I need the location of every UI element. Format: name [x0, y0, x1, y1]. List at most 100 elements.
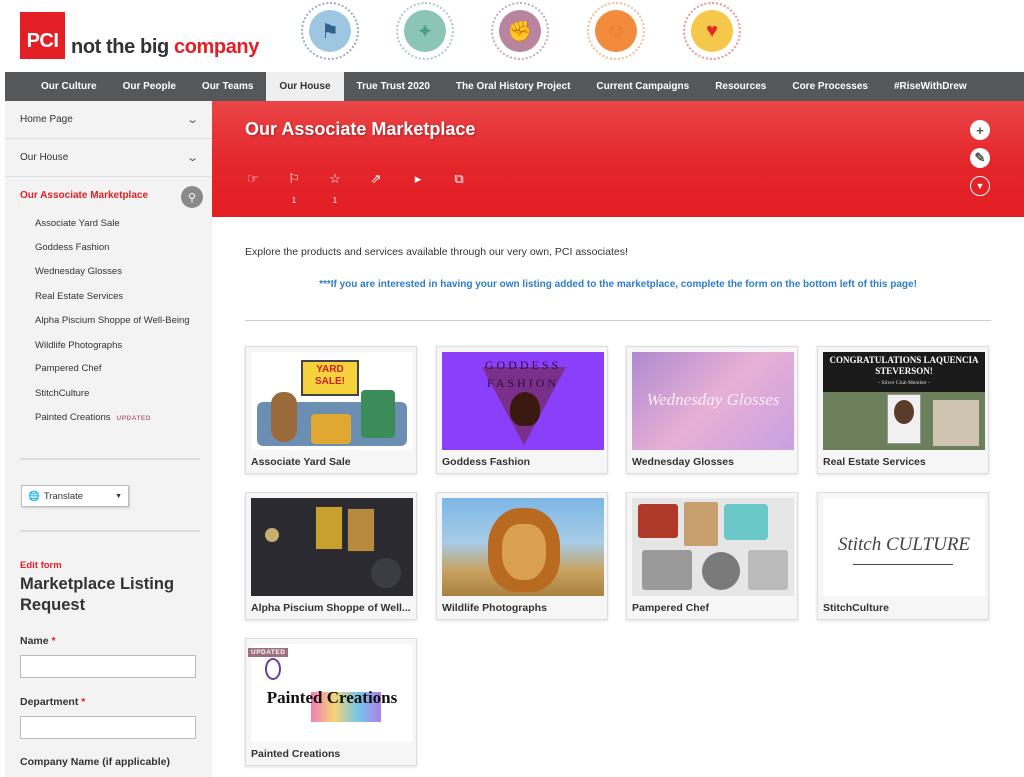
like-icon[interactable]: ☞ [245, 171, 261, 187]
card-label: Alpha Piscium Shoppe of Well... [251, 602, 411, 614]
nav-our-culture[interactable]: Our Culture [5, 72, 110, 101]
yard-sale-sign-text: YARD SALE! [315, 364, 345, 387]
fist-badge-icon: ✊ [491, 2, 549, 60]
lightbulb-badge-icon: ✦ [396, 2, 454, 60]
name-field[interactable] [20, 655, 196, 678]
logo-tagline: not the big company [71, 36, 259, 59]
announce-icon[interactable]: ▸ [410, 171, 426, 187]
sidebar-subitem[interactable]: Alpha Piscium Shoppe of Well-Being [35, 315, 190, 326]
painted-creations-text: Painted Creations [266, 688, 398, 707]
sidebar-current-page[interactable]: Our Associate Marketplace [20, 190, 148, 201]
sidebar-subitem[interactable]: Wednesday Glosses [35, 266, 122, 277]
caret-down-icon: ▼ [115, 492, 122, 500]
card-label: Painted Creations [251, 748, 341, 760]
sidebar-subitem-painted-creations[interactable]: Painted Creations UPDATED [35, 412, 151, 423]
goddess-fashion-image: GODDESS FASHION [442, 352, 604, 450]
search-icon[interactable]: ⚲ [181, 186, 203, 208]
listing-card-real-estate[interactable]: CONGRATULATIONS LAQUENCIA STEVERSON! - S… [817, 346, 989, 474]
department-field[interactable] [20, 716, 196, 739]
nav-our-house[interactable]: Our House [266, 72, 344, 101]
sidebar-subitem[interactable]: Goddess Fashion [35, 242, 109, 253]
listing-card-yard-sale[interactable]: YARD SALE! Associate Yard Sale [245, 346, 417, 474]
listing-card-wednesday-glosses[interactable]: Wednesday Glosses Wednesday Glosses [626, 346, 798, 474]
chevron-down-icon[interactable]: ⌄ [186, 113, 199, 126]
celebrate-badge-icon: ☺ [587, 2, 645, 60]
real-estate-image: CONGRATULATIONS LAQUENCIA STEVERSON! - S… [823, 352, 985, 450]
card-label: Pampered Chef [632, 602, 710, 614]
copy-icon[interactable]: ⧉ [451, 171, 467, 187]
nav-our-teams[interactable]: Our Teams [189, 72, 267, 101]
company-name-label: Company Name (if applicable) [20, 756, 170, 768]
sidebar-item-label: Our House [20, 152, 69, 163]
card-label: Wednesday Glosses [632, 456, 734, 468]
sidebar-item-label: Home Page [20, 114, 73, 125]
nav-core-processes[interactable]: Core Processes [779, 72, 881, 101]
page-title: Our Associate Marketplace [245, 119, 476, 139]
card-label: StitchCulture [823, 602, 889, 614]
sidebar-subitem[interactable]: Pampered Chef [35, 363, 102, 374]
nav-rise-with-drew[interactable]: #RiseWithDrew [881, 72, 980, 101]
star-icon[interactable]: ☆ [327, 171, 343, 187]
divider [245, 320, 991, 321]
translate-label: Translate [43, 490, 84, 502]
intro-text: Explore the products and services availa… [245, 246, 628, 258]
listing-card-stitchculture[interactable]: Stitch CULTURE StitchCulture [817, 492, 989, 620]
sidebar-subitem[interactable]: Real Estate Services [35, 291, 123, 302]
nav-current-campaigns[interactable]: Current Campaigns [583, 72, 702, 101]
nav-true-trust-2020[interactable]: True Trust 2020 [344, 72, 443, 101]
tagline-part-1: not the big [71, 36, 169, 58]
stitchculture-logo-image: Stitch CULTURE [823, 498, 985, 596]
name-label: Name * [20, 635, 56, 647]
flag-icon[interactable]: ⚐ [286, 171, 302, 187]
sidebar: Home Page ⌄ Our House ⌄ Our Associate Ma… [5, 101, 212, 777]
wednesday-glosses-image: Wednesday Glosses [632, 352, 794, 450]
listing-card-painted-creations[interactable]: UPDATED Painted Creations Painted Creati… [245, 638, 417, 766]
card-label: Associate Yard Sale [251, 456, 351, 468]
sidebar-subitem[interactable]: StitchCulture [35, 388, 89, 399]
kitchen-tools-image [632, 498, 794, 596]
updated-tag: UPDATED [116, 415, 151, 422]
nav-our-people[interactable]: Our People [110, 72, 189, 101]
field-label-text: Name [20, 635, 49, 647]
field-label-text: Company Name (if applicable) [20, 756, 170, 768]
tarot-cards-image [251, 498, 413, 596]
stitchculture-logo-text: Stitch CULTURE [837, 534, 971, 555]
divider [20, 530, 200, 532]
sidebar-item-our-house[interactable]: Our House ⌄ [5, 139, 212, 177]
edit-pencil-icon[interactable]: ✎ [970, 148, 990, 168]
updated-badge: UPDATED [248, 648, 289, 657]
yard-sale-image: YARD SALE! [251, 352, 413, 450]
required-marker: * [81, 696, 86, 708]
listing-card-wildlife[interactable]: Wildlife Photographs [436, 492, 608, 620]
tagline-part-2: company [168, 36, 259, 58]
sidebar-subitem[interactable]: Wildlife Photographs [35, 340, 122, 351]
nav-resources[interactable]: Resources [702, 72, 779, 101]
divider [20, 458, 200, 460]
listing-card-goddess-fashion[interactable]: GODDESS FASHION Goddess Fashion [436, 346, 608, 474]
share-icon[interactable]: ⇗ [368, 171, 384, 187]
field-label-text: Department [20, 696, 79, 708]
card-label: Goddess Fashion [442, 456, 531, 468]
required-marker: * [51, 635, 56, 647]
sidebar-item-home[interactable]: Home Page ⌄ [5, 101, 212, 139]
listing-card-alpha-piscium[interactable]: Alpha Piscium Shoppe of Well... [245, 492, 417, 620]
notice-link[interactable]: ***If you are interested in having your … [245, 279, 991, 290]
sidebar-subitem-label: Painted Creations [35, 412, 111, 423]
goddess-fashion-text: GODDESS FASHION [484, 358, 562, 390]
translate-dropdown[interactable]: 🌐 Translate ▼ [21, 485, 129, 507]
listing-card-pampered-chef[interactable]: Pampered Chef [626, 492, 798, 620]
painted-creations-image: Painted Creations [251, 644, 413, 742]
pci-logo[interactable]: PCI [20, 12, 65, 59]
edit-form-link[interactable]: Edit form [20, 560, 62, 571]
department-label: Department * [20, 696, 85, 708]
add-icon[interactable]: + [970, 120, 990, 140]
heart-hands-badge-icon: ♥ [683, 2, 741, 60]
sidebar-subitem[interactable]: Associate Yard Sale [35, 218, 120, 229]
flag-person-badge-icon: ⚑ [301, 2, 359, 60]
wednesday-glosses-text: Wednesday Glosses [646, 390, 780, 409]
chevron-down-circle-icon[interactable]: ▼ [970, 176, 990, 196]
nav-oral-history-project[interactable]: The Oral History Project [443, 72, 583, 101]
site-header: PCI not the big company ⚑ ✦ ✊ ☺ ♥ [0, 0, 1024, 72]
page-banner: Our Associate Marketplace ☞ ⚐ 1 ☆ 1 ⇗ ▸ … [212, 101, 1024, 217]
chevron-down-icon[interactable]: ⌄ [186, 151, 199, 164]
